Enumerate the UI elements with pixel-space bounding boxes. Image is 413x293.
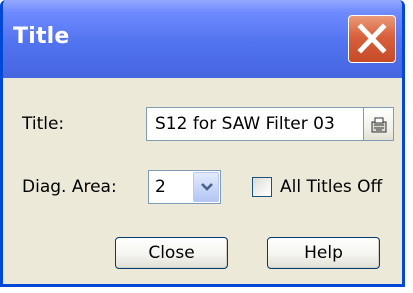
title-label: Title: [22,114,65,134]
diag-area-value: 2 [155,177,166,197]
diag-area-dropdown-button[interactable] [193,172,219,202]
title-bar[interactable]: Title [3,0,402,78]
title-picker-button[interactable] [364,107,394,141]
all-titles-off-label[interactable]: All Titles Off [280,177,382,197]
window-title: Title [13,24,70,49]
close-x-icon [357,23,387,54]
picker-icon [371,117,387,133]
title-dialog: Title Title: Diag. Area: 2 All Titles Of… [0,0,405,287]
diag-area-select[interactable]: 2 [148,170,221,204]
chevron-down-icon [201,183,213,191]
window-close-button[interactable] [348,15,396,63]
diag-area-label: Diag. Area: [22,177,117,197]
title-input[interactable] [146,107,364,141]
close-button[interactable]: Close [115,237,228,269]
all-titles-off-checkbox[interactable] [252,177,272,197]
help-button[interactable]: Help [267,237,380,269]
